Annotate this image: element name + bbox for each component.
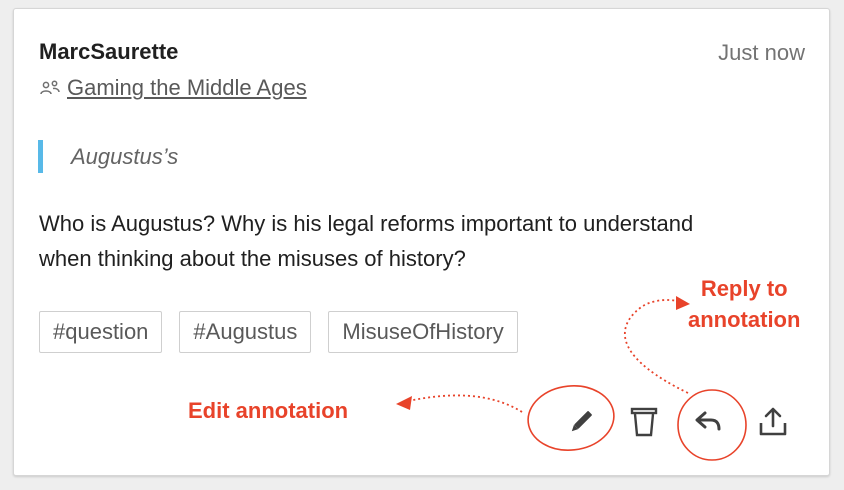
- annotation-body: Who is Augustus? Why is his legal reform…: [39, 211, 694, 271]
- tag-misuse-of-history[interactable]: MisuseOfHistory: [328, 311, 518, 353]
- timestamp[interactable]: Just now: [718, 40, 805, 66]
- annotation-card: MarcSaurette Just now Gaming the Middle …: [13, 8, 830, 476]
- group-icon: [40, 80, 60, 95]
- reply-callout-label: Reply to annotation: [688, 273, 800, 335]
- group-link[interactable]: Gaming the Middle Ages: [67, 75, 307, 101]
- pencil-icon: [571, 411, 592, 432]
- edit-callout-label: Edit annotation: [188, 398, 349, 423]
- reply-callout-line2: annotation: [688, 307, 801, 332]
- reply-callout-line1: Reply to: [700, 276, 788, 301]
- annotation-quote: Augustus’s: [38, 140, 178, 173]
- tag-question[interactable]: #question: [39, 311, 163, 353]
- trash-icon: [630, 407, 658, 437]
- reply-icon: [695, 411, 721, 431]
- quote-text: Augustus’s: [71, 143, 179, 169]
- username[interactable]: MarcSaurette: [39, 39, 178, 65]
- share-button[interactable]: [755, 404, 791, 440]
- delete-button[interactable]: [626, 404, 662, 440]
- reply-button[interactable]: [691, 404, 727, 440]
- edit-button[interactable]: [563, 404, 599, 440]
- group-row: Gaming the Middle Ages: [39, 75, 307, 101]
- share-icon: [759, 407, 787, 436]
- tag-augustus[interactable]: #Augustus: [179, 311, 312, 353]
- tag-list: #question #Augustus MisuseOfHistory: [39, 311, 535, 353]
